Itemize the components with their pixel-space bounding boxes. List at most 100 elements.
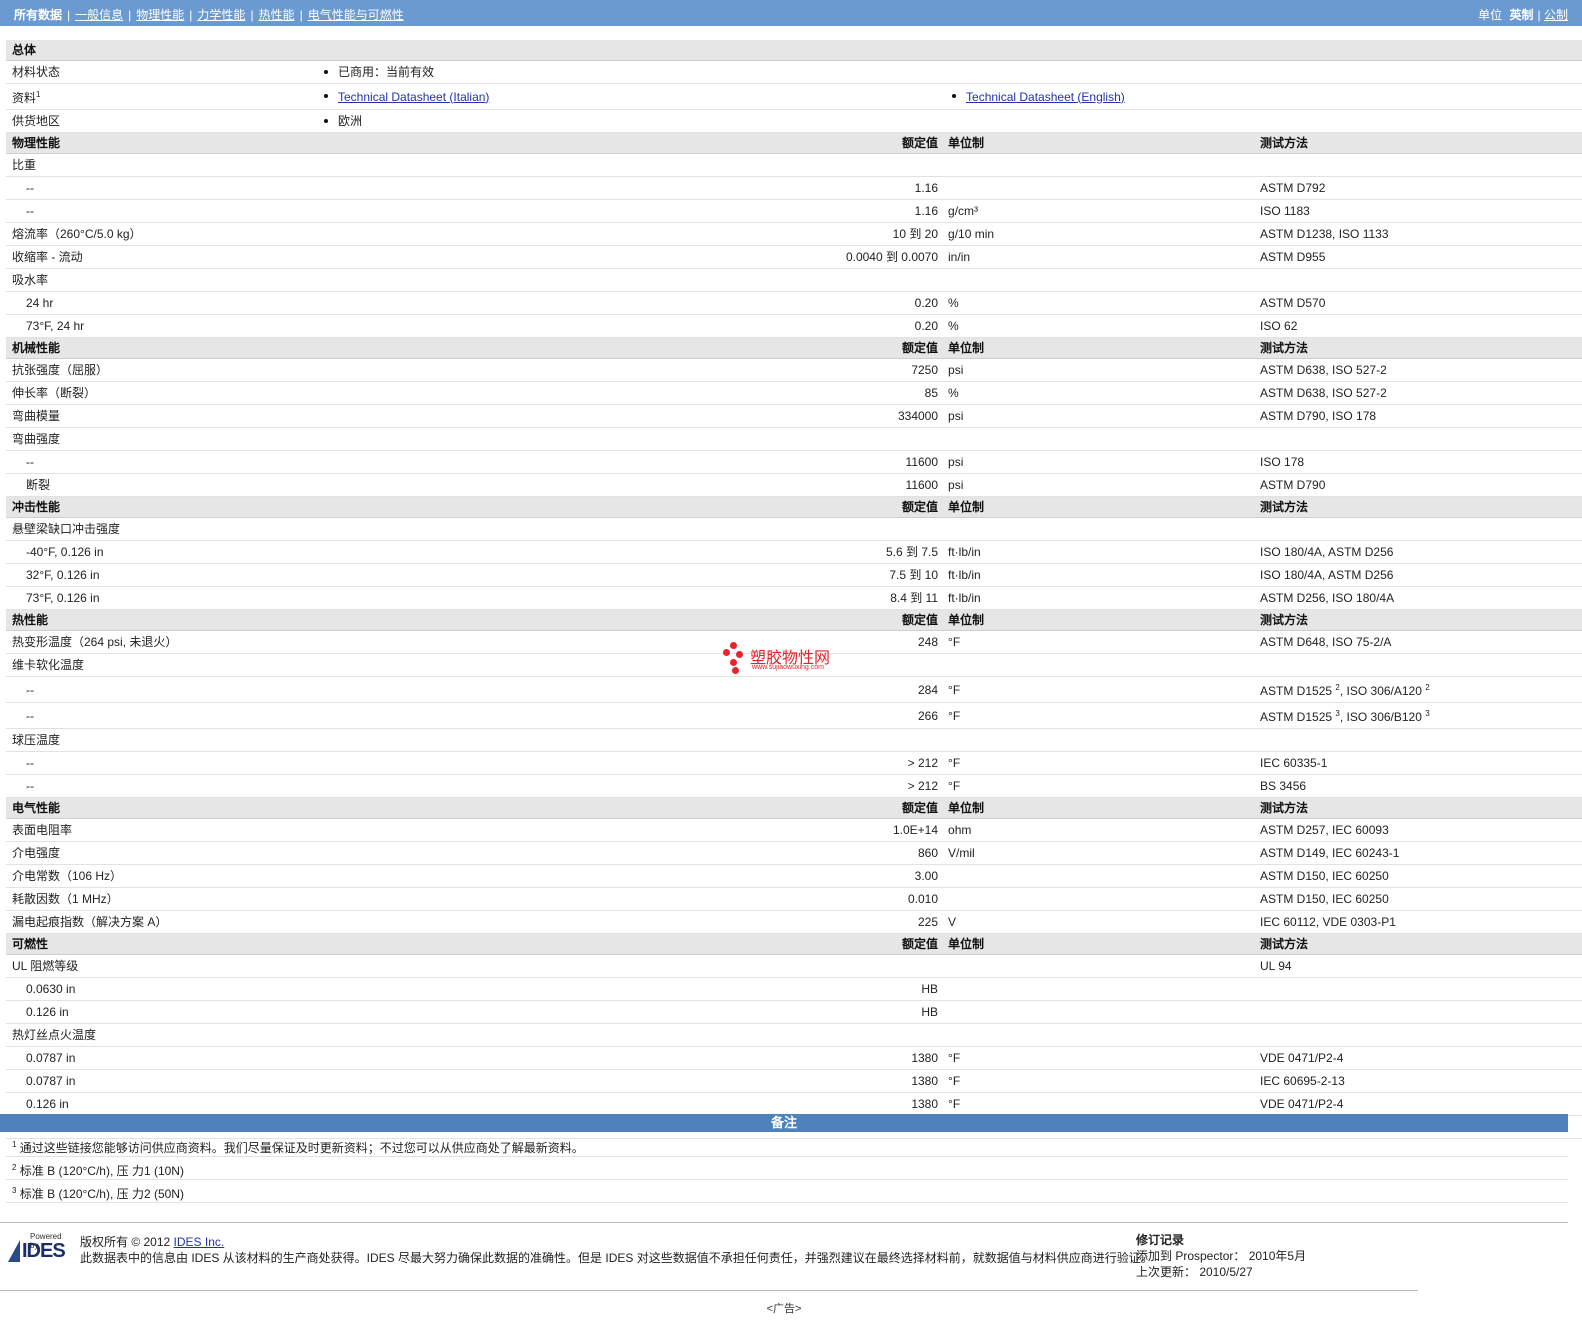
property-label: 熔流率（260°C/5.0 kg） [6,222,314,246]
test-method: IEC 60335-1 [1254,751,1582,775]
nav-item[interactable]: 热性能 [259,8,295,22]
col-unit-header: 单位制 [942,132,1255,154]
property-value: HB [314,1000,943,1024]
property-label: -- [6,702,314,729]
property-value-text: 0.20 [914,296,939,310]
property-label-text: 32°F, 0.126 in [26,568,100,582]
nav-separator: | [189,8,193,22]
property-row: 材料状态 已商用：当前有效 [6,60,1582,84]
property-value [314,1023,943,1047]
test-method-text: VDE 0471/P2-4 [1260,1097,1344,1111]
property-value-text: HB [921,1005,939,1019]
property-row: 耗散因数（1 MHz） 0.010 ASTM D150, IEC 60250 [6,887,1582,911]
property-row: 32°F, 0.126 in 7.5 到 10 ft·lb/in ISO 180/4A… [6,563,1582,587]
test-method-text: VDE 0471/P2-4 [1260,1051,1344,1065]
ides-link[interactable]: IDES Inc. [174,1235,225,1249]
property-row: 比重 [6,153,1582,177]
property-label-text: 介电常数（106 Hz） [12,869,123,883]
test-method [1254,1000,1582,1024]
property-value: 0.20 [314,314,943,338]
property-unit [942,977,1255,1001]
nav-item[interactable]: 物理性能 [136,8,184,22]
property-value-text: 1.16 [914,204,939,218]
test-method-text: , ISO 306/A120 [1339,684,1426,698]
note-text: 通过这些链接您能够访问供应商资料。我们尽量保证及时更新资料；不过您可以从供应商处… [19,1141,584,1155]
property-value: 8.4 到 11 [314,586,943,610]
property-label: 0.0787 in [6,1069,314,1093]
col-unit-header: 单位制 [942,609,1255,631]
nav-item-current[interactable]: 所有数据 [14,8,62,22]
property-unit [942,427,1255,451]
datasheet-link[interactable]: Technical Datasheet (English) [966,90,1125,104]
property-unit: % [942,291,1255,315]
property-label-text: 0.0787 in [26,1074,76,1088]
property-value: 0.010 [314,887,943,911]
property-row: UL 阻燃等级 UL 94 [6,954,1582,978]
property-label: 弯曲强度 [6,427,314,451]
property-unit [942,268,1255,292]
units-metric-link[interactable]: 公制 [1544,8,1568,22]
property-value: 3.00 [314,864,943,888]
footnote-ref: 3 [1425,709,1430,718]
property-unit: psi [942,473,1255,497]
test-method: ASTM D648, ISO 75-2/A [1254,630,1582,654]
property-value-text: 248 [917,635,939,649]
property-label: 资料1 [6,83,314,110]
property-value-text: 8.4 到 11 [890,591,939,605]
nav-item[interactable]: 力学性能 [197,8,245,22]
datasheet-link[interactable]: Technical Datasheet (Italian) [338,90,489,104]
section-header-fill [735,40,1582,61]
property-label-text: 球压温度 [12,733,61,747]
note-number: 3 [12,1186,17,1195]
property-unit: °F [942,1046,1255,1070]
test-method: ASTM D150, IEC 60250 [1254,864,1582,888]
property-label: 热灯丝点火温度 [6,1023,314,1047]
notes-list: 1 通过这些链接您能够访问供应商资料。我们尽量保证及时更新资料；不过您可以从供应… [6,1134,1568,1203]
disclaimer: 此数据表中的信息由 IDES 从该材料的生产商处获得。IDES 尽最大努力确保此… [80,1251,1153,1265]
property-unit: ft·lb/in [942,586,1255,610]
test-method: ASTM D638, ISO 527-2 [1254,358,1582,382]
test-method-text: ASTM D955 [1260,250,1326,264]
property-label-text: 漏电起痕指数（解决方案 A） [12,915,168,929]
bullet-icon [324,94,328,99]
footnote-ref: 1 [36,90,41,99]
property-label: 收缩率 - 流动 [6,245,314,269]
property-unit: % [942,381,1255,405]
property-unit: psi [942,450,1255,474]
nav-item[interactable]: 电气性能与可燃性 [308,8,404,22]
test-method-text: BS 3456 [1260,779,1307,793]
property-row: 抗张强度（屈服） 7250 psi ASTM D638, ISO 527-2 [6,358,1582,382]
test-method-text: ASTM D648, ISO 75-2/A [1260,635,1392,649]
property-value: 860 [314,841,943,865]
property-label-text: 熔流率（260°C/5.0 kg） [12,227,142,241]
property-label: 73°F, 0.126 in [6,586,314,610]
section-header: 机械性能 额定值 单位制 测试方法 [6,337,1582,359]
section-title: 机械性能 [6,337,736,359]
property-label-text: 抗张强度（屈服） [12,363,109,377]
property-label: UL 阻燃等级 [6,954,314,978]
property-label-text: -- [26,756,34,770]
section-header: 可燃性 额定值 单位制 测试方法 [6,933,1582,955]
property-row: 介电强度 860 V/mil ASTM D149, IEC 60243-1 [6,841,1582,865]
note-text: 标准 B (120°C/h), 压 力1 (10N) [19,1164,184,1178]
property-label-text: 73°F, 24 hr [26,319,85,333]
property-row: 0.0787 in 1380 °F IEC 60695-2-13 [6,1069,1582,1093]
property-label: 热变形温度（264 psi, 未退火） [6,630,314,654]
test-method-text: , ISO 306/B120 [1339,710,1426,724]
property-label-text: 表面电阻率 [12,823,73,837]
property-value [314,728,943,752]
property-value-text: 1380 [911,1074,939,1088]
col-unit-header: 单位制 [942,797,1255,819]
test-method-text: UL 94 [1260,959,1292,973]
property-value-text: 10 到 20 [892,227,939,241]
property-value: 266 [314,702,943,729]
property-row: 73°F, 24 hr 0.20% ISO 62 [6,314,1582,338]
property-value-text: 0.0040 到 0.0070 [845,250,939,264]
property-row: 24 hr 0.20% ASTM D570 [6,291,1582,315]
property-label-text: 伸长率（断裂） [12,386,97,400]
test-method-text: ASTM D790 [1260,478,1326,492]
property-label: 材料状态 [6,60,314,84]
nav-item[interactable]: 一般信息 [75,8,123,22]
property-value-text: 5.6 到 7.5 [885,545,939,559]
property-row: 73°F, 0.126 in 8.4 到 11 ft·lb/in ASTM D256,… [6,586,1582,610]
